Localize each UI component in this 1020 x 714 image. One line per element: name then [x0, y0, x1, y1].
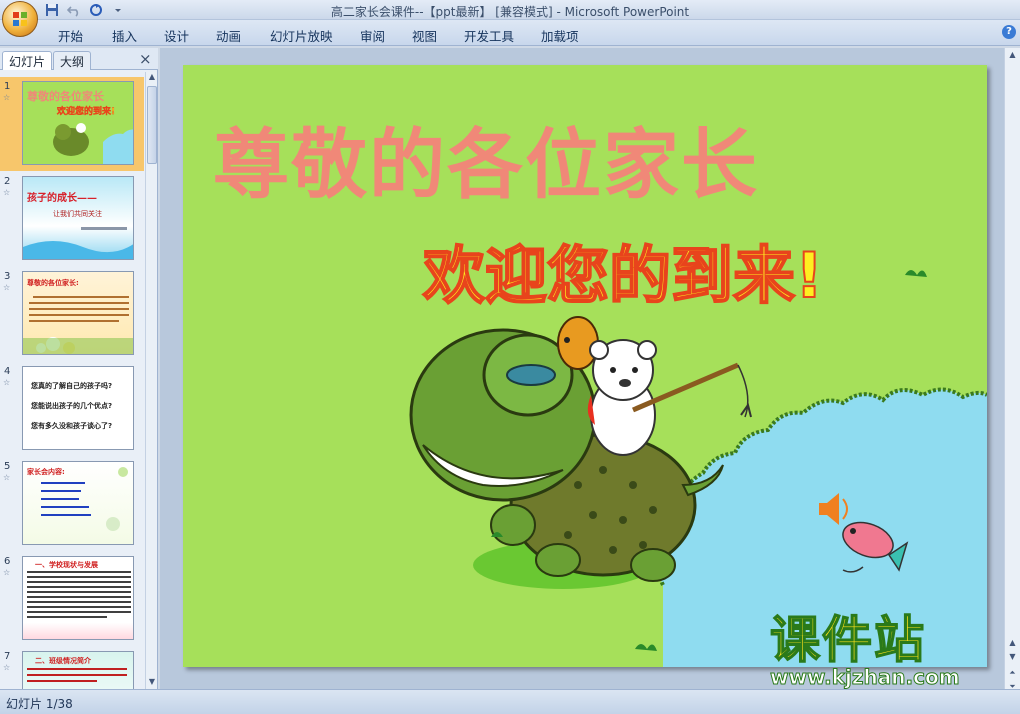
status-bar: 幻灯片 1/38	[0, 689, 1020, 714]
slide-number: 6	[4, 556, 11, 567]
thumb-line: 您有多久没和孩子谈心了?	[31, 422, 113, 430]
menu-addins[interactable]: 加载项	[541, 26, 579, 45]
slide-counter: 幻灯片 1/38	[6, 697, 73, 711]
watermark-logo: 课件站	[769, 611, 926, 669]
menu-review[interactable]: 审阅	[360, 26, 385, 45]
thumb-paragraph-lines	[27, 668, 127, 682]
slide-thumbnail-list: 1 ☆ 尊敬的各位家长 欢迎您的到来! 2 ☆ 孩子的成长—— 让我们共同关注	[0, 72, 144, 689]
previous-slide-icon[interactable]: ⏶	[1006, 668, 1019, 681]
slide-thumbnail-4[interactable]: 4 ☆ 您真的了解自己的孩子吗? 您能说出孩子的几个优点? 您有多久没和孩子谈心…	[0, 362, 144, 456]
slide-subtitle[interactable]: 欢迎您的到来!	[422, 244, 824, 308]
slide-thumbnail-1[interactable]: 1 ☆ 尊敬的各位家长 欢迎您的到来!	[0, 77, 144, 171]
thumb-illustration	[53, 123, 133, 164]
animation-star-icon: ☆	[3, 93, 11, 102]
thumb-wave-decoration	[23, 227, 133, 259]
slide-thumbnail-7[interactable]: 7 ☆ 二、班级情况简介	[0, 647, 144, 689]
slide-title[interactable]: 尊敬的各位家长	[213, 127, 759, 203]
thumbnail-preview: 家长会内容:	[22, 461, 134, 545]
animation-star-icon: ☆	[3, 378, 11, 387]
ribbon-menu: 开始 插入 设计 动画 幻灯片放映 审阅 视图 开发工具 加载项 ?	[0, 20, 1020, 46]
animation-star-icon: ☆	[3, 188, 11, 197]
scroll-up-icon[interactable]: ▲	[1006, 50, 1019, 63]
close-pane-icon[interactable]: ×	[139, 50, 152, 68]
slides-pane: 幻灯片 大纲 × 1 ☆ 尊敬的各位家长 欢迎您的到来! 2 ☆ 孩子的成长——…	[0, 48, 158, 689]
editor-scrollbar[interactable]: ▲ ▲ ▼ ⏶ ⏷	[1004, 48, 1020, 691]
menu-home[interactable]: 开始	[58, 26, 83, 45]
thumb-paragraph-lines	[27, 571, 131, 618]
slide-thumbnail-2[interactable]: 2 ☆ 孩子的成长—— 让我们共同关注	[0, 172, 144, 266]
slide-thumbnail-3[interactable]: 3 ☆ 尊敬的各位家长:	[0, 267, 144, 361]
thumb-line: 您真的了解自己的孩子吗?	[31, 382, 113, 390]
animation-star-icon: ☆	[3, 663, 11, 672]
thumbnail-preview: 尊敬的各位家长 欢迎您的到来!	[22, 81, 134, 165]
slide-number: 2	[4, 176, 11, 187]
watermark-url: www.kjzhan.com	[770, 665, 961, 689]
thumb-list-lines	[41, 467, 128, 531]
tab-slides[interactable]: 幻灯片	[2, 51, 53, 70]
slide-number: 3	[4, 271, 11, 282]
menu-developer[interactable]: 开发工具	[464, 26, 514, 45]
slide-canvas[interactable]: 尊敬的各位家长 欢迎您的到来!	[183, 65, 987, 667]
scroll-up-icon[interactable]: ▲	[1006, 638, 1019, 651]
slide-editor-area: 尊敬的各位家长 欢迎您的到来!	[160, 48, 1020, 689]
tab-outline[interactable]: 大纲	[53, 51, 92, 70]
thumb-line: 您能说出孩子的几个优点?	[31, 402, 113, 410]
office-logo-icon	[13, 12, 27, 26]
slide-number: 5	[4, 461, 11, 472]
scroll-thumb[interactable]	[147, 86, 157, 164]
menu-view[interactable]: 视图	[412, 26, 437, 45]
thumbnail-preview: 孩子的成长—— 让我们共同关注	[22, 176, 134, 260]
menu-animation[interactable]: 动画	[216, 26, 241, 45]
slide-number: 7	[4, 651, 11, 662]
window-title: 高二家长会课件--【ppt最新】 [兼容模式] - Microsoft Powe…	[330, 5, 690, 19]
thumb-text-lines	[23, 296, 133, 354]
title-bar: 高二家长会课件--【ppt最新】 [兼容模式] - Microsoft Powe…	[0, 0, 1020, 37]
slide-number: 4	[4, 366, 11, 377]
scroll-down-icon[interactable]: ▼	[1006, 652, 1019, 665]
office-button[interactable]	[2, 1, 38, 37]
animation-star-icon: ☆	[3, 568, 11, 577]
scroll-up-icon[interactable]: ▲	[146, 72, 158, 84]
slide-thumbnail-5[interactable]: 5 ☆ 家长会内容:	[0, 457, 144, 551]
thumbnail-preview: 尊敬的各位家长:	[22, 271, 134, 355]
scroll-down-icon[interactable]: ▼	[146, 677, 158, 689]
animation-star-icon: ☆	[3, 283, 11, 292]
pane-tabs: 幻灯片 大纲 ×	[0, 48, 158, 70]
animation-star-icon: ☆	[3, 473, 11, 482]
slide-thumbnail-6[interactable]: 6 ☆ 一、学校现状与发展	[0, 552, 144, 646]
slide-number: 1	[4, 81, 11, 92]
menu-slideshow[interactable]: 幻灯片放映	[270, 26, 333, 45]
menu-insert[interactable]: 插入	[112, 26, 137, 45]
thumbnail-preview: 您真的了解自己的孩子吗? 您能说出孩子的几个优点? 您有多久没和孩子谈心了?	[22, 366, 134, 450]
menu-design[interactable]: 设计	[164, 26, 189, 45]
thumbnail-scrollbar[interactable]: ▲ ▼	[145, 72, 157, 689]
help-icon[interactable]: ?	[1002, 25, 1016, 39]
thumbnail-preview: 一、学校现状与发展	[22, 556, 134, 640]
thumbnail-preview: 二、班级情况简介	[22, 651, 134, 689]
